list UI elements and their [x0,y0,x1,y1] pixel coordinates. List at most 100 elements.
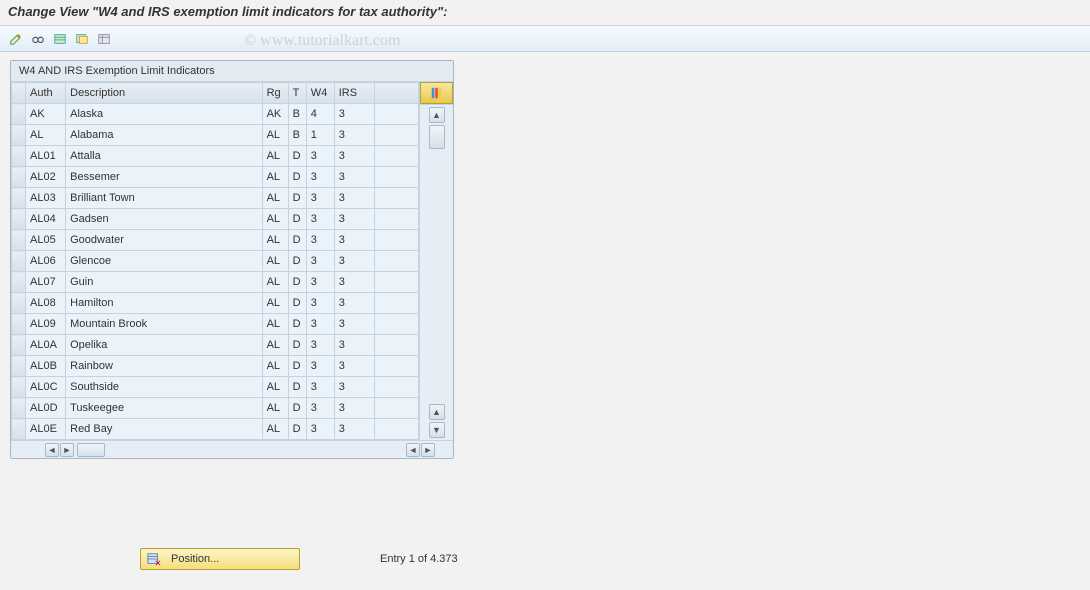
vertical-scrollbar[interactable]: ▲ ▲ ▼ [420,104,453,440]
scroll-thumb[interactable] [429,125,445,149]
scroll-left-end-button[interactable]: ◄ [406,443,420,457]
row-selector[interactable] [12,398,26,419]
cell-rg[interactable]: AL [262,251,288,272]
row-selector[interactable] [12,335,26,356]
row-selector[interactable] [12,419,26,440]
cell-auth[interactable]: AL03 [26,188,66,209]
cell-auth[interactable]: AL06 [26,251,66,272]
cell-t[interactable]: D [288,377,306,398]
row-selector[interactable] [12,356,26,377]
cell-desc[interactable]: Mountain Brook [66,314,262,335]
scroll-down-button[interactable]: ▼ [429,422,445,438]
cell-rg[interactable]: AL [262,146,288,167]
cell-desc[interactable]: Attalla [66,146,262,167]
new-entries-button[interactable] [50,29,70,49]
cell-t[interactable]: D [288,272,306,293]
cell-t[interactable]: D [288,314,306,335]
cell-auth[interactable]: AL09 [26,314,66,335]
table-row[interactable]: ALAlabamaALB13 [12,125,419,146]
table-row[interactable]: AL0ERed BayALD33 [12,419,419,440]
table-row[interactable]: AL01AttallaALD33 [12,146,419,167]
cell-w4[interactable]: 3 [306,377,334,398]
table-row[interactable]: AL03Brilliant TownALD33 [12,188,419,209]
col-selector[interactable] [12,83,26,104]
cell-t[interactable]: D [288,356,306,377]
scroll-left-button[interactable]: ◄ [45,443,59,457]
cell-w4[interactable]: 3 [306,356,334,377]
cell-irs[interactable]: 3 [334,335,374,356]
table-row[interactable]: AL0CSouthsideALD33 [12,377,419,398]
cell-auth[interactable]: AL0B [26,356,66,377]
col-t[interactable]: T [288,83,306,104]
cell-irs[interactable]: 3 [334,230,374,251]
cell-rg[interactable]: AL [262,377,288,398]
row-selector[interactable] [12,314,26,335]
cell-auth[interactable]: AL02 [26,167,66,188]
position-button[interactable]: Position... [140,548,300,570]
table-row[interactable]: AL0BRainbowALD33 [12,356,419,377]
cell-rg[interactable]: AL [262,188,288,209]
cell-auth[interactable]: AL07 [26,272,66,293]
cell-auth[interactable]: AL0D [26,398,66,419]
cell-irs[interactable]: 3 [334,314,374,335]
hscroll-thumb[interactable] [77,443,105,457]
cell-irs[interactable]: 3 [334,377,374,398]
cell-t[interactable]: D [288,188,306,209]
cell-w4[interactable]: 3 [306,230,334,251]
col-irs[interactable]: IRS [334,83,374,104]
cell-desc[interactable]: Alaska [66,104,262,125]
cell-rg[interactable]: AL [262,125,288,146]
cell-auth[interactable]: AL0A [26,335,66,356]
scroll-right-step-button[interactable]: ► [60,443,74,457]
cell-irs[interactable]: 3 [334,293,374,314]
col-auth[interactable]: Auth [26,83,66,104]
row-selector[interactable] [12,377,26,398]
cell-auth[interactable]: AL08 [26,293,66,314]
table-row[interactable]: AL08HamiltonALD33 [12,293,419,314]
cell-irs[interactable]: 3 [334,251,374,272]
cell-irs[interactable]: 3 [334,125,374,146]
cell-rg[interactable]: AL [262,272,288,293]
cell-irs[interactable]: 3 [334,146,374,167]
cell-irs[interactable]: 3 [334,419,374,440]
cell-w4[interactable]: 3 [306,398,334,419]
cell-auth[interactable]: AL04 [26,209,66,230]
delete-button[interactable] [94,29,114,49]
table-row[interactable]: AL05GoodwaterALD33 [12,230,419,251]
cell-irs[interactable]: 3 [334,272,374,293]
table-row[interactable]: AL09Mountain BrookALD33 [12,314,419,335]
cell-auth[interactable]: AL [26,125,66,146]
row-selector[interactable] [12,104,26,125]
row-selector[interactable] [12,272,26,293]
cell-irs[interactable]: 3 [334,356,374,377]
cell-w4[interactable]: 1 [306,125,334,146]
cell-auth[interactable]: AK [26,104,66,125]
cell-auth[interactable]: AL01 [26,146,66,167]
change-button[interactable] [6,29,26,49]
cell-desc[interactable]: Alabama [66,125,262,146]
table-row[interactable]: AL0AOpelikaALD33 [12,335,419,356]
cell-rg[interactable]: AL [262,293,288,314]
cell-w4[interactable]: 3 [306,419,334,440]
row-selector[interactable] [12,251,26,272]
glasses-button[interactable] [28,29,48,49]
cell-desc[interactable]: Bessemer [66,167,262,188]
scroll-track[interactable] [429,125,445,402]
cell-t[interactable]: D [288,419,306,440]
row-selector[interactable] [12,125,26,146]
cell-rg[interactable]: AK [262,104,288,125]
table-row[interactable]: AKAlaskaAKB43 [12,104,419,125]
row-selector[interactable] [12,167,26,188]
scroll-right-end-button[interactable]: ► [421,443,435,457]
cell-rg[interactable]: AL [262,356,288,377]
cell-irs[interactable]: 3 [334,209,374,230]
col-desc[interactable]: Description [66,83,262,104]
cell-irs[interactable]: 3 [334,104,374,125]
cell-t[interactable]: D [288,230,306,251]
cell-w4[interactable]: 4 [306,104,334,125]
cell-w4[interactable]: 3 [306,146,334,167]
col-w4[interactable]: W4 [306,83,334,104]
row-selector[interactable] [12,293,26,314]
cell-w4[interactable]: 3 [306,251,334,272]
copy-button[interactable] [72,29,92,49]
